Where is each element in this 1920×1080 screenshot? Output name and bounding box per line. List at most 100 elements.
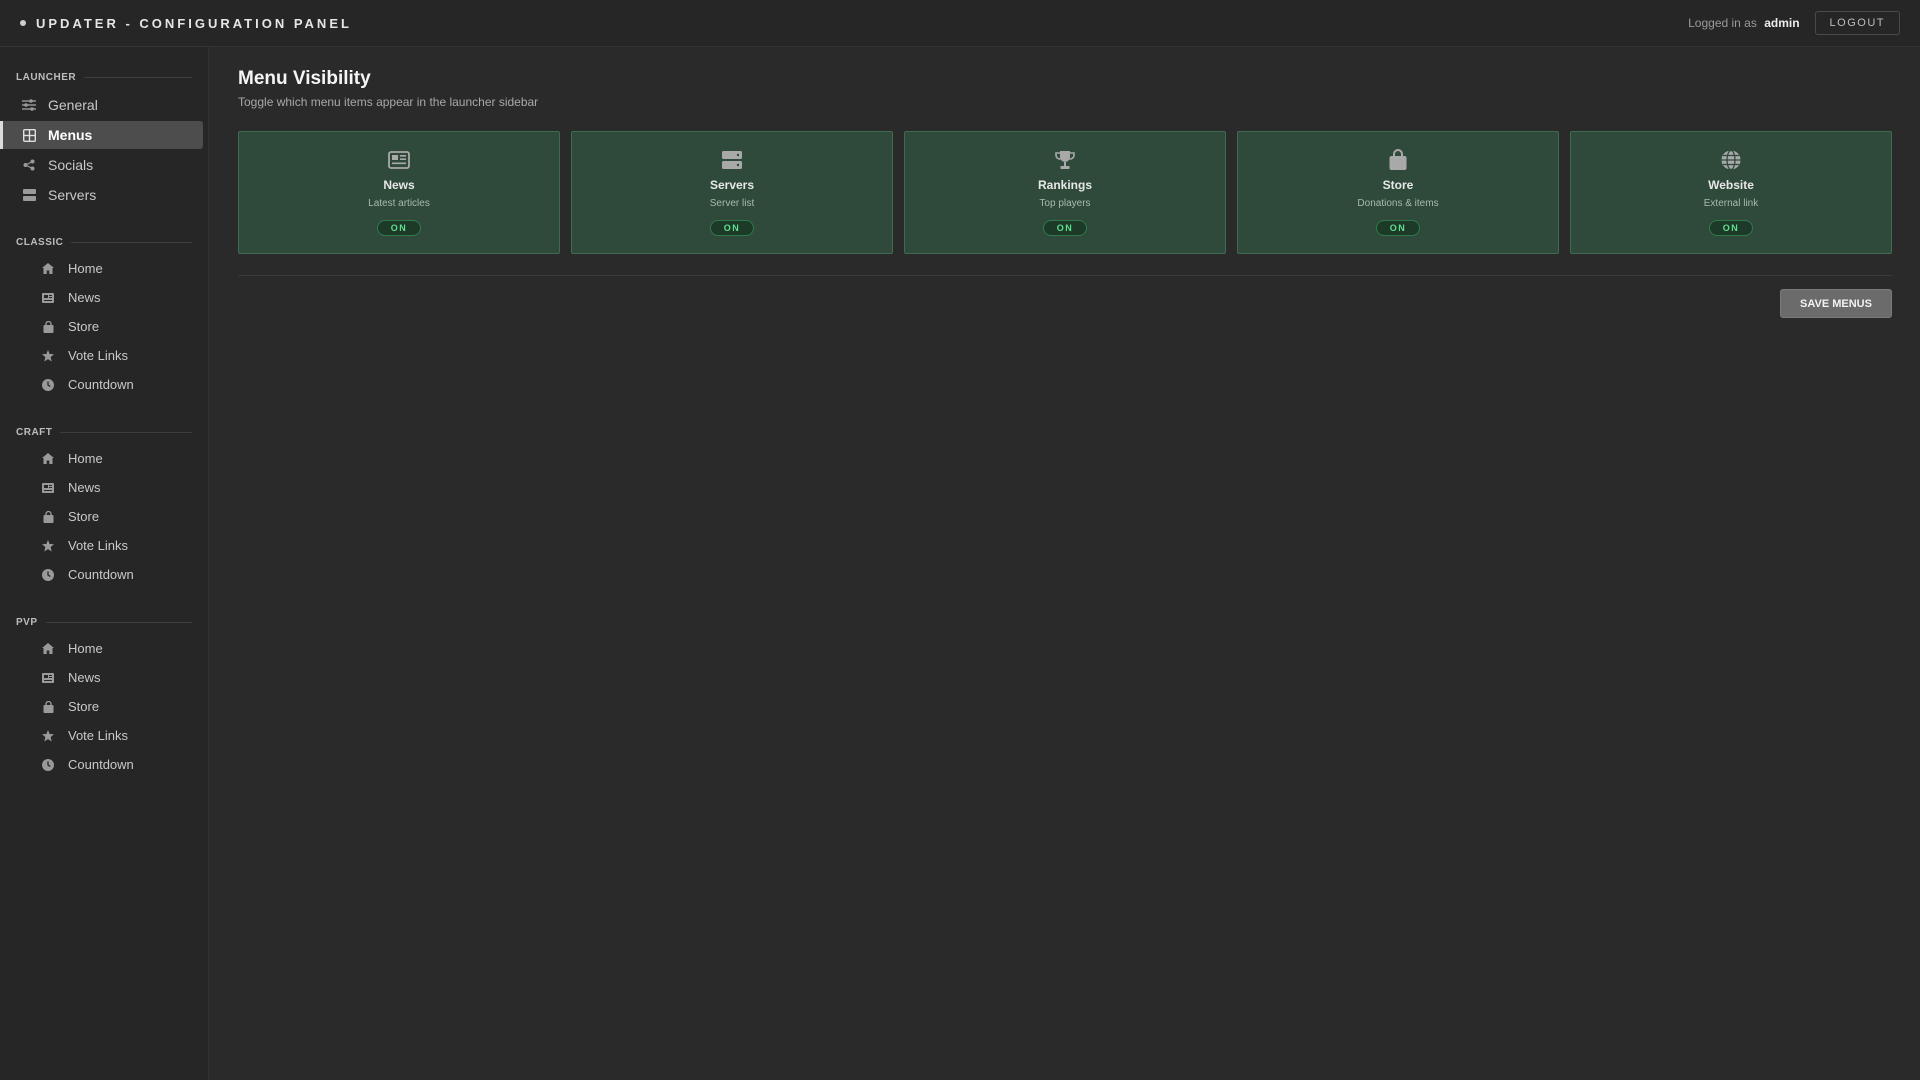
visibility-toggle[interactable]: ON xyxy=(1042,220,1088,236)
visibility-toggle[interactable]: ON xyxy=(1708,220,1754,236)
section-title: PVP xyxy=(16,616,38,628)
sidebar-item-label: Countdown xyxy=(68,757,134,772)
sidebar-item-label: Menus xyxy=(48,127,93,143)
sidebar-item-general[interactable]: General xyxy=(0,91,203,119)
craft-item-news[interactable]: News xyxy=(0,473,208,502)
clock-icon xyxy=(42,758,54,771)
sidebar-item-label: Vote Links xyxy=(68,538,128,553)
home-icon xyxy=(42,643,54,655)
divider xyxy=(60,431,192,433)
trophy-icon xyxy=(1054,149,1076,171)
pvp-item-store[interactable]: Store xyxy=(0,692,208,721)
card-title: Website xyxy=(1708,178,1754,192)
star-icon xyxy=(42,349,54,362)
card-description: Latest articles xyxy=(368,198,430,209)
divider xyxy=(71,241,192,243)
logged-in-text: Logged in as admin xyxy=(1688,16,1799,30)
sidebar-item-label: Store xyxy=(68,509,100,524)
server-icon xyxy=(721,149,743,171)
menu-card-servers[interactable]: Servers Server list ON xyxy=(571,131,893,254)
save-row: SAVE MENUS xyxy=(238,289,1892,318)
star-icon xyxy=(42,539,54,552)
brand: UPDATER - CONFIGURATION PANEL xyxy=(20,16,352,31)
classic-item-store[interactable]: Store xyxy=(0,312,208,341)
logout-button[interactable]: LOGOUT xyxy=(1814,11,1900,35)
sidebar-item-label: Home xyxy=(68,641,103,656)
sidebar-item-label: Vote Links xyxy=(68,728,128,743)
sidebar-item-label: Home xyxy=(68,261,103,276)
sidebar-item-label: General xyxy=(48,97,98,113)
craft-item-store[interactable]: Store xyxy=(0,502,208,531)
home-icon xyxy=(42,453,54,465)
card-title: Rankings xyxy=(1037,178,1092,192)
bag-icon xyxy=(42,510,54,523)
sidebar-item-label: Countdown xyxy=(68,567,134,582)
sidebar-item-label: News xyxy=(68,290,101,305)
section-title: LAUNCHER xyxy=(16,71,77,83)
sidebar-item-label: Socials xyxy=(48,157,94,173)
pvp-item-vote-links[interactable]: Vote Links xyxy=(0,721,208,750)
sidebar-item-label: News xyxy=(68,480,101,495)
pvp-item-countdown[interactable]: Countdown xyxy=(0,750,208,779)
classic-item-countdown[interactable]: Countdown xyxy=(0,370,208,399)
sidebar-section-craft: CRAFT xyxy=(0,423,208,441)
newspaper-icon xyxy=(42,672,54,684)
visibility-toggle[interactable]: ON xyxy=(376,220,422,236)
bag-icon xyxy=(1387,149,1409,171)
sidebar-item-label: Home xyxy=(68,451,103,466)
classic-item-vote-links[interactable]: Vote Links xyxy=(0,341,208,370)
newspaper-icon xyxy=(42,292,54,304)
globe-icon xyxy=(1720,149,1742,171)
card-description: Top players xyxy=(1039,198,1091,209)
sidebar-item-label: Countdown xyxy=(68,377,134,392)
username: admin xyxy=(1764,16,1800,30)
app-title: UPDATER - CONFIGURATION PANEL xyxy=(36,15,352,31)
card-description: External link xyxy=(1703,198,1759,209)
sidebar-section-classic: CLASSIC xyxy=(0,233,208,251)
clock-icon xyxy=(42,568,54,581)
classic-item-news[interactable]: News xyxy=(0,283,208,312)
bag-icon xyxy=(42,320,54,333)
save-menus-button[interactable]: SAVE MENUS xyxy=(1780,289,1892,318)
sidebar-item-servers[interactable]: Servers xyxy=(0,181,203,209)
menu-cards: News Latest articles ON Servers Server l… xyxy=(238,131,1892,254)
section-title: CLASSIC xyxy=(16,236,64,248)
home-icon xyxy=(42,263,54,275)
menu-card-rankings[interactable]: Rankings Top players ON xyxy=(904,131,1226,254)
craft-item-vote-links[interactable]: Vote Links xyxy=(0,531,208,560)
classic-item-home[interactable]: Home xyxy=(0,254,208,283)
share-icon xyxy=(22,158,36,172)
menu-card-website[interactable]: Website External link ON xyxy=(1570,131,1892,254)
sidebar-item-menus[interactable]: Menus xyxy=(0,121,203,149)
sidebar-item-socials[interactable]: Socials xyxy=(0,151,203,179)
sidebar-item-label: Store xyxy=(68,699,100,714)
server-icon xyxy=(22,188,36,202)
card-title: Store xyxy=(1382,178,1414,192)
craft-item-countdown[interactable]: Countdown xyxy=(0,560,208,589)
star-icon xyxy=(42,729,54,742)
newspaper-icon xyxy=(42,482,54,494)
bag-icon xyxy=(42,700,54,713)
logged-in-prefix: Logged in as xyxy=(1688,16,1757,30)
sidebar: LAUNCHER General Menus Socials Servers C… xyxy=(0,47,209,1080)
pvp-item-home[interactable]: Home xyxy=(0,634,208,663)
sidebar-item-label: Servers xyxy=(48,187,97,203)
visibility-toggle[interactable]: ON xyxy=(709,220,755,236)
craft-item-home[interactable]: Home xyxy=(0,444,208,473)
user-area: Logged in as admin LOGOUT xyxy=(1688,11,1900,35)
sidebar-section-pvp: PVP xyxy=(0,613,208,631)
menu-card-store[interactable]: Store Donations & items ON xyxy=(1237,131,1559,254)
visibility-toggle[interactable]: ON xyxy=(1375,220,1421,236)
grid-icon xyxy=(22,128,36,142)
pvp-item-news[interactable]: News xyxy=(0,663,208,692)
sidebar-item-label: News xyxy=(68,670,101,685)
section-title: CRAFT xyxy=(16,426,53,438)
card-description: Donations & items xyxy=(1357,198,1439,209)
sidebar-item-label: Vote Links xyxy=(68,348,128,363)
menu-card-news[interactable]: News Latest articles ON xyxy=(238,131,560,254)
page-title: Menu Visibility xyxy=(238,68,371,89)
page-subtitle: Toggle which menu items appear in the la… xyxy=(238,95,539,109)
sliders-icon xyxy=(22,98,36,112)
clock-icon xyxy=(42,378,54,391)
sidebar-section-launcher: LAUNCHER xyxy=(0,68,208,86)
